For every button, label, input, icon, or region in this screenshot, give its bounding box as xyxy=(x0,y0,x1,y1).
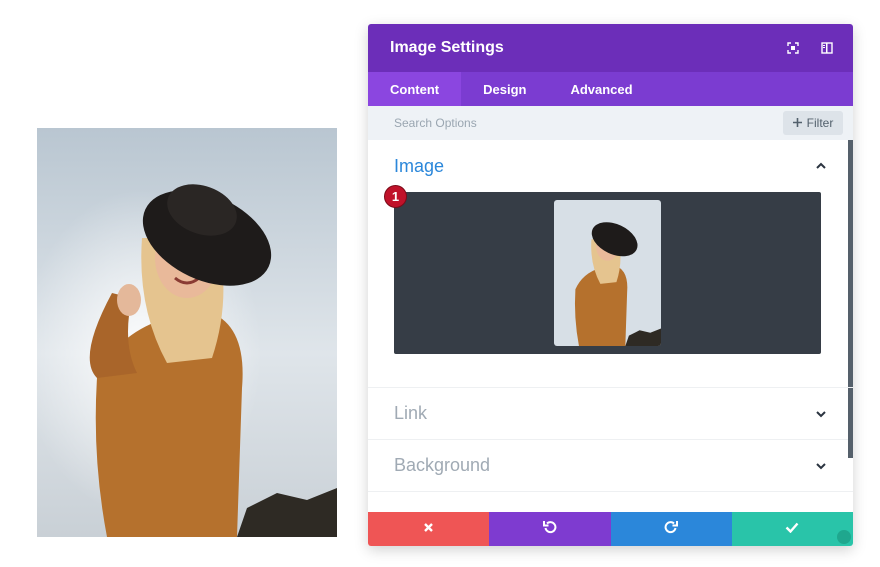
sidebar-toggle-icon[interactable] xyxy=(819,40,835,56)
settings-content: Image 1 Link Background xyxy=(368,140,853,512)
action-bar xyxy=(368,512,853,546)
filter-label: Filter xyxy=(806,116,834,130)
discard-icon xyxy=(423,520,434,538)
save-check-icon xyxy=(785,520,799,538)
chevron-down-icon[interactable] xyxy=(815,457,827,475)
save-button[interactable] xyxy=(731,512,853,546)
modal-header: Image Settings xyxy=(368,24,853,72)
undo-icon xyxy=(542,520,557,539)
section-link-title: Link xyxy=(394,403,428,423)
image-thumbnail[interactable] xyxy=(554,200,661,346)
image-upload-box[interactable] xyxy=(394,192,821,354)
preview-photo xyxy=(37,128,337,537)
chevron-down-icon[interactable] xyxy=(815,405,827,423)
image-settings-modal: Image Settings Content Design Advanced S… xyxy=(368,24,853,546)
plus-icon xyxy=(792,116,802,130)
section-image: Image 1 xyxy=(368,140,853,388)
redo-button[interactable] xyxy=(610,512,732,546)
tab-design[interactable]: Design xyxy=(461,72,548,106)
discard-button[interactable] xyxy=(368,512,490,546)
section-background[interactable]: Background xyxy=(368,440,853,492)
expand-icon[interactable] xyxy=(785,40,801,56)
search-input[interactable]: Search Options xyxy=(394,116,477,130)
resize-handle-icon[interactable] xyxy=(837,530,851,544)
section-image-header[interactable]: Image xyxy=(394,140,827,192)
search-options[interactable]: Search Options Filter xyxy=(368,106,853,140)
section-image-title: Image xyxy=(394,155,445,176)
filter-button[interactable]: Filter xyxy=(783,111,843,135)
undo-button[interactable] xyxy=(489,512,611,546)
section-link[interactable]: Link xyxy=(368,388,853,440)
tab-advanced[interactable]: Advanced xyxy=(548,72,654,106)
tab-bar: Content Design Advanced xyxy=(368,72,853,106)
header-icons xyxy=(785,24,835,72)
modal-title: Image Settings xyxy=(390,39,504,56)
tab-content[interactable]: Content xyxy=(368,72,462,106)
chevron-up-icon[interactable] xyxy=(815,157,827,175)
redo-icon xyxy=(664,520,679,539)
step-badge: 1 xyxy=(384,185,407,208)
section-background-title: Background xyxy=(394,455,491,475)
